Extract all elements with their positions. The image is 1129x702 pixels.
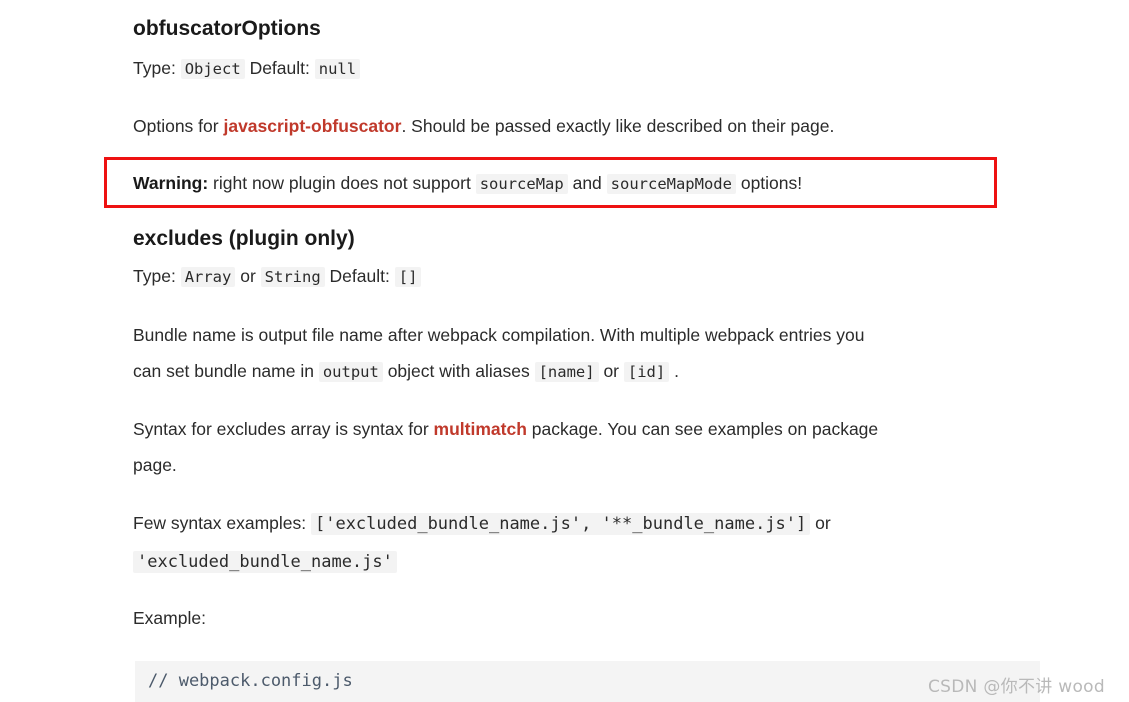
excludes-type-array-code: Array [180, 267, 236, 287]
syntax-paragraph-post: package. You can see examples on package [526, 419, 879, 439]
bundle-line2-end: . [669, 361, 679, 381]
type-label: Type: [133, 58, 176, 78]
warning-label: Warning: [133, 173, 209, 193]
id-placeholder-code: [id] [623, 362, 670, 382]
warning-text-1: right now plugin does not support [208, 173, 476, 193]
syntax-examples-label: Few syntax examples: [133, 513, 311, 533]
example-label-text: Example: [133, 608, 206, 628]
syntax-examples-or: or [810, 513, 831, 533]
bundle-paragraph-line1-text: Bundle name is output file name after we… [133, 325, 865, 345]
output-code: output [318, 362, 383, 382]
bundle-paragraph-line1: Bundle name is output file name after we… [133, 325, 865, 346]
javascript-obfuscator-link[interactable]: javascript-obfuscator [223, 116, 401, 136]
multimatch-link[interactable]: multimatch [434, 419, 527, 439]
excludes-type-line: Type: Array or String Default: [] [133, 266, 422, 287]
heading-excludes: excludes (plugin only) [133, 227, 355, 251]
heading-obfuscator-options: obfuscatorOptions [133, 17, 321, 41]
syntax-examples-line2: 'excluded_bundle_name.js' [133, 551, 397, 573]
name-placeholder-code: [name] [534, 362, 599, 382]
excludes-type-label: Type: [133, 266, 176, 286]
syntax-examples-line1: Few syntax examples: ['excluded_bundle_n… [133, 513, 831, 535]
code-block-webpack-config: // webpack.config.js [135, 661, 1040, 702]
excludes-type-or: or [240, 266, 256, 286]
heading-obfuscator-options-text: obfuscatorOptions [133, 17, 321, 40]
bundle-line2-pre: can set bundle name in [133, 361, 319, 381]
code-comment-line: // webpack.config.js [148, 671, 353, 691]
syntax-paragraph-line2: page. [133, 455, 177, 476]
warning-message: Warning: right now plugin does not suppo… [133, 173, 802, 194]
syntax-example-code-1: ['excluded_bundle_name.js', '**_bundle_n… [310, 513, 811, 535]
syntax-paragraph-pre: Syntax for excludes array is syntax for [133, 419, 434, 439]
syntax-paragraph-line1: Syntax for excludes array is syntax for … [133, 419, 878, 440]
obfuscator-type-line: Type: Object Default: null [133, 58, 361, 79]
example-label: Example: [133, 608, 206, 629]
heading-excludes-text: excludes (plugin only) [133, 227, 355, 250]
description-post: . Should be passed exactly like describe… [401, 116, 835, 136]
syntax-example-code-2: 'excluded_bundle_name.js' [133, 551, 397, 573]
excludes-default-value-code: [] [394, 267, 422, 287]
warning-text-3: options! [735, 173, 803, 193]
excludes-default-label: Default: [329, 266, 390, 286]
csdn-watermark: CSDN @你不讲 wood [928, 677, 1105, 697]
warning-code-sourcemapmode: sourceMapMode [606, 174, 736, 194]
default-value-code: null [314, 59, 361, 79]
warning-code-sourcemap: sourceMap [475, 174, 568, 194]
default-label: Default: [249, 58, 310, 78]
type-value-code: Object [180, 59, 245, 79]
document-page: obfuscatorOptions Type: Object Default: … [0, 0, 1129, 702]
warning-text-2: and [567, 173, 607, 193]
bundle-line2-mid: object with aliases [382, 361, 535, 381]
bundle-paragraph-line2: can set bundle name in output object wit… [133, 361, 679, 382]
obfuscator-description: Options for javascript-obfuscator. Shoul… [133, 116, 834, 137]
description-pre: Options for [133, 116, 224, 136]
excludes-type-string-code: String [260, 267, 325, 287]
syntax-paragraph-line2-text: page. [133, 455, 177, 475]
bundle-line2-or: or [598, 361, 624, 381]
